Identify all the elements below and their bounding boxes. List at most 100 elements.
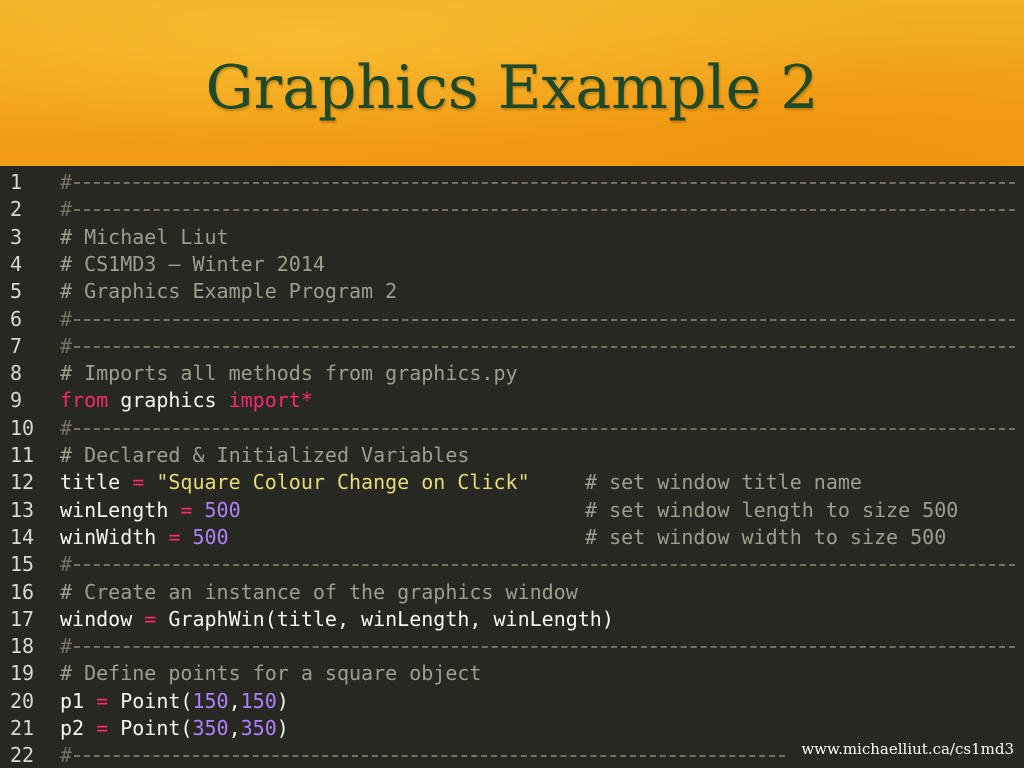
- line-number: 16: [10, 579, 35, 604]
- code-line: 20 p1 = Point(150,150): [0, 687, 1024, 714]
- rule-hash: #: [60, 197, 73, 222]
- function-call: Point(: [120, 688, 193, 713]
- number-literal: 500: [204, 497, 241, 522]
- code-line: 15 #: [0, 550, 1024, 577]
- rule-dashes: [74, 345, 1015, 348]
- code-line: 21 p2 = Point(350,350): [0, 714, 1024, 741]
- comment-text: # Imports all methods from graphics.py: [60, 361, 518, 386]
- rule-dashes: [74, 209, 1015, 212]
- assign-operator: =: [120, 470, 157, 495]
- import-statement: from graphics import*: [60, 388, 313, 412]
- inline-comment: # set window title name: [585, 470, 862, 495]
- line-number: 14: [10, 524, 35, 549]
- rule-dashes: [74, 564, 1015, 567]
- code-line: 6 #: [0, 305, 1024, 332]
- number-literal: 350: [240, 716, 277, 740]
- code-line: 1 #: [0, 168, 1024, 195]
- code-line: 10 #: [0, 414, 1024, 441]
- line-number: 20: [10, 688, 35, 713]
- string-literal: "Square Colour Change on Click": [156, 470, 530, 495]
- number-literal: 350: [192, 716, 229, 740]
- code-line: 5 # Graphics Example Program 2: [0, 277, 1024, 304]
- code-line: 19 # Define points for a square object: [0, 659, 1024, 686]
- line-number: 4: [10, 251, 23, 276]
- number-literal: 150: [192, 688, 229, 713]
- rule-dashes: [74, 182, 1015, 184]
- comment-rule: #: [60, 550, 1015, 577]
- keyword-import: import*: [228, 388, 313, 413]
- code-line: 18 #: [0, 632, 1024, 659]
- line-number: 13: [10, 497, 35, 522]
- line-number: 2: [10, 197, 23, 222]
- code-line: 3 # Michael Liut: [0, 223, 1024, 250]
- rule-hash: #: [60, 634, 73, 659]
- line-number: 6: [10, 306, 23, 331]
- line-number: 9: [10, 388, 23, 413]
- assignment: window = GraphWin(title, winLength, winL…: [60, 607, 614, 631]
- close-paren: ): [276, 716, 289, 740]
- comment-text: # Create an instance of the graphics win…: [60, 579, 578, 604]
- code-line: 11 # Declared & Initialized Variables: [0, 441, 1024, 468]
- variable-name: winWidth: [60, 524, 157, 549]
- code-line: 13 winLength = 500 # set window length t…: [0, 496, 1024, 523]
- line-number: 21: [10, 716, 35, 740]
- assign-operator: =: [84, 716, 121, 740]
- rule-hash: #: [60, 333, 73, 358]
- variable-name: p1: [60, 688, 85, 713]
- close-paren: ): [276, 688, 289, 713]
- code-line: 17 window = GraphWin(title, winLength, w…: [0, 605, 1024, 632]
- line-number: 19: [10, 661, 35, 686]
- rule-hash: #: [60, 415, 73, 440]
- line-number: 5: [10, 279, 23, 304]
- rule-dashes: [74, 646, 1015, 649]
- comment-rule: #: [60, 168, 1015, 195]
- line-number: 15: [10, 552, 35, 577]
- number-literal: 500: [192, 524, 229, 549]
- slide-title: Graphics Example 2: [205, 53, 819, 123]
- number-literal: 150: [240, 688, 277, 713]
- comment-text: # Declared & Initialized Variables: [60, 443, 470, 467]
- assign-operator: =: [168, 497, 205, 522]
- line-number: 12: [10, 470, 35, 495]
- assignment: title = "Square Colour Change on Click": [60, 470, 530, 494]
- inline-comment: # set window width to size 500: [585, 524, 947, 549]
- function-call: Point(: [120, 716, 193, 740]
- variable-name: window: [60, 606, 133, 631]
- code-line: 16 # Create an instance of the graphics …: [0, 578, 1024, 605]
- assignment: p2 = Point(350,350): [60, 716, 289, 740]
- code-line: 4 # CS1MD3 – Winter 2014: [0, 250, 1024, 277]
- module-name: graphics: [108, 388, 229, 413]
- assign-operator: =: [84, 688, 121, 713]
- line-number: 18: [10, 634, 35, 659]
- comment-text: # Define points for a square object: [60, 661, 482, 686]
- comment-rule: #: [60, 741, 785, 768]
- comment-rule: #: [60, 632, 1015, 659]
- assign-operator: =: [132, 606, 169, 631]
- variable-name: p2: [60, 716, 85, 740]
- rule-hash: #: [60, 552, 73, 577]
- line-number: 7: [10, 333, 23, 358]
- footer-url[interactable]: www.michaelliut.ca/cs1md3: [801, 740, 1014, 758]
- line-number: 1: [10, 170, 23, 194]
- assign-operator: =: [156, 524, 193, 549]
- code-line: 12 title = "Square Colour Change on Clic…: [0, 468, 1024, 495]
- comment-text: # Graphics Example Program 2: [60, 279, 398, 304]
- rule-hash: #: [60, 170, 73, 194]
- comment-rule: #: [60, 305, 1015, 332]
- comment-rule: #: [60, 332, 1015, 359]
- line-number: 11: [10, 443, 35, 467]
- line-number: 22: [10, 743, 35, 768]
- slide-header: Graphics Example 2: [0, 0, 1024, 166]
- line-number: 10: [10, 415, 35, 440]
- variable-name: winLength: [60, 497, 169, 522]
- rule-dashes: [74, 755, 785, 758]
- comment-text: # Michael Liut: [60, 224, 229, 249]
- comma: ,: [228, 716, 241, 740]
- function-call: GraphWin(title, winLength, winLength): [168, 606, 614, 631]
- rule-hash: #: [60, 306, 73, 331]
- line-number: 3: [10, 224, 23, 249]
- rule-dashes: [74, 318, 1015, 321]
- inline-comment: # set window length to size 500: [585, 497, 959, 522]
- comment-text: # CS1MD3 – Winter 2014: [60, 251, 325, 276]
- comma: ,: [228, 688, 241, 713]
